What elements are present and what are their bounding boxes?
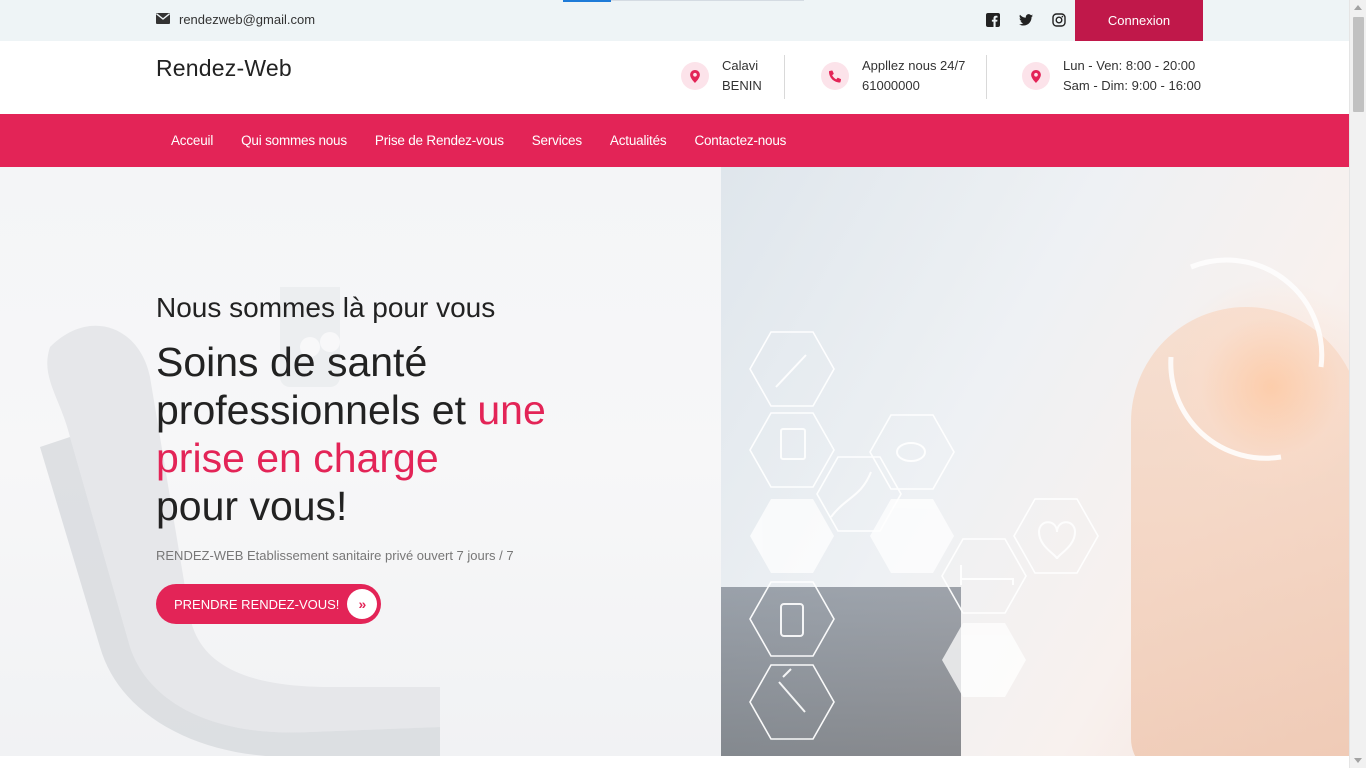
hero-kicker: Nous sommes là pour vous — [156, 292, 496, 323]
header-info-phone-label: Appllez nous 24/7 — [862, 58, 966, 73]
topbar-email[interactable]: rendezweb@gmail.com — [156, 12, 315, 27]
topbar-email-text: rendezweb@gmail.com — [179, 12, 316, 27]
hexagon-icons-overlay — [749, 257, 1325, 740]
header-info-hours: Lun - Ven: 8:00 - 20:00 Sam - Dim: 9:00 … — [1022, 56, 1201, 96]
header-info-phone: Appllez nous 24/7 61000000 — [821, 56, 965, 96]
dna-icon — [830, 471, 872, 518]
topbar: rendezweb@gmail.com Connexion — [0, 0, 1349, 41]
book-appointment-button[interactable]: PRENDRE RENDEZ-VOUS! » — [156, 584, 382, 624]
site-header: Rendez-Web Calavi BENIN Appllez nous 24/… — [0, 41, 1349, 114]
double-chevron-right-icon: » — [347, 589, 378, 619]
hero-headline: Soins de santé professionnels et une pri… — [156, 338, 636, 530]
pills-icon — [896, 442, 926, 462]
clipboard-icon — [780, 428, 806, 460]
page-bottom-strip — [0, 756, 1349, 768]
nav-item-prise-de-rendez-vous[interactable]: Prise de Rendez-vous — [361, 133, 518, 148]
page-scrollbar[interactable] — [1349, 0, 1366, 768]
header-info-location-city: Calavi — [722, 58, 759, 73]
nav-item-accueil[interactable]: Acceuil — [157, 133, 227, 148]
header-info-location: Calavi BENIN — [681, 56, 762, 96]
book-appointment-label: PRENDRE RENDEZ-VOUS! — [174, 596, 340, 612]
header-divider — [986, 55, 987, 99]
scrollbar-thumb[interactable] — [1353, 17, 1364, 112]
header-info-hours-weekdays: Lun - Ven: 8:00 - 20:00 — [1063, 58, 1196, 73]
hero-content: Nous sommes là pour vous Soins de santé … — [156, 292, 636, 624]
main-navigation: Acceuil Qui sommes nous Prise de Rendez-… — [0, 114, 1349, 167]
twitter-icon[interactable] — [1019, 13, 1033, 27]
hero-headline-part1: Soins de santé professionnels et — [156, 339, 478, 433]
facebook-icon[interactable] — [986, 13, 1000, 27]
nav-item-services[interactable]: Services — [518, 133, 596, 148]
site-logo-text[interactable]: Rendez-Web — [156, 55, 292, 82]
login-button[interactable]: Connexion — [1075, 0, 1203, 41]
header-info-phone-number[interactable]: 61000000 — [862, 76, 965, 96]
scroll-up-arrow-icon[interactable] — [1354, 5, 1362, 10]
social-links — [986, 13, 1066, 27]
scroll-down-arrow-icon[interactable] — [1354, 758, 1362, 763]
hero-headline-part2: pour vous! — [156, 483, 348, 529]
hero-background-medical — [721, 167, 1349, 756]
nav-item-actualites[interactable]: Actualités — [596, 133, 681, 148]
hero-subtitle: RENDEZ-WEB Etablissement sanitaire privé… — [156, 548, 514, 563]
phone-icon — [821, 62, 849, 90]
header-divider — [784, 55, 785, 99]
heart-pulse-icon — [1037, 521, 1077, 560]
medicine-bottle-icon — [780, 603, 804, 637]
map-marker-icon — [1022, 62, 1050, 90]
header-info-hours-weekend: Sam - Dim: 9:00 - 16:00 — [1063, 78, 1201, 93]
syringe-icon — [775, 354, 807, 388]
page-loading-track — [611, 0, 804, 1]
page-loading-bar — [563, 0, 611, 2]
header-info-location-country: BENIN — [722, 78, 762, 93]
hero-banner: Nous sommes là pour vous Soins de santé … — [0, 167, 1349, 756]
nav-item-contactez-nous[interactable]: Contactez-nous — [680, 133, 800, 148]
map-marker-icon — [681, 62, 709, 90]
instagram-icon[interactable] — [1052, 13, 1066, 27]
page: rendezweb@gmail.com Connexion Rendez-Web… — [0, 0, 1349, 768]
nav-item-qui-sommes-nous[interactable]: Qui sommes nous — [227, 133, 361, 148]
dropper-icon — [778, 668, 806, 713]
envelope-icon — [156, 12, 170, 27]
bed-icon — [960, 565, 1014, 585]
